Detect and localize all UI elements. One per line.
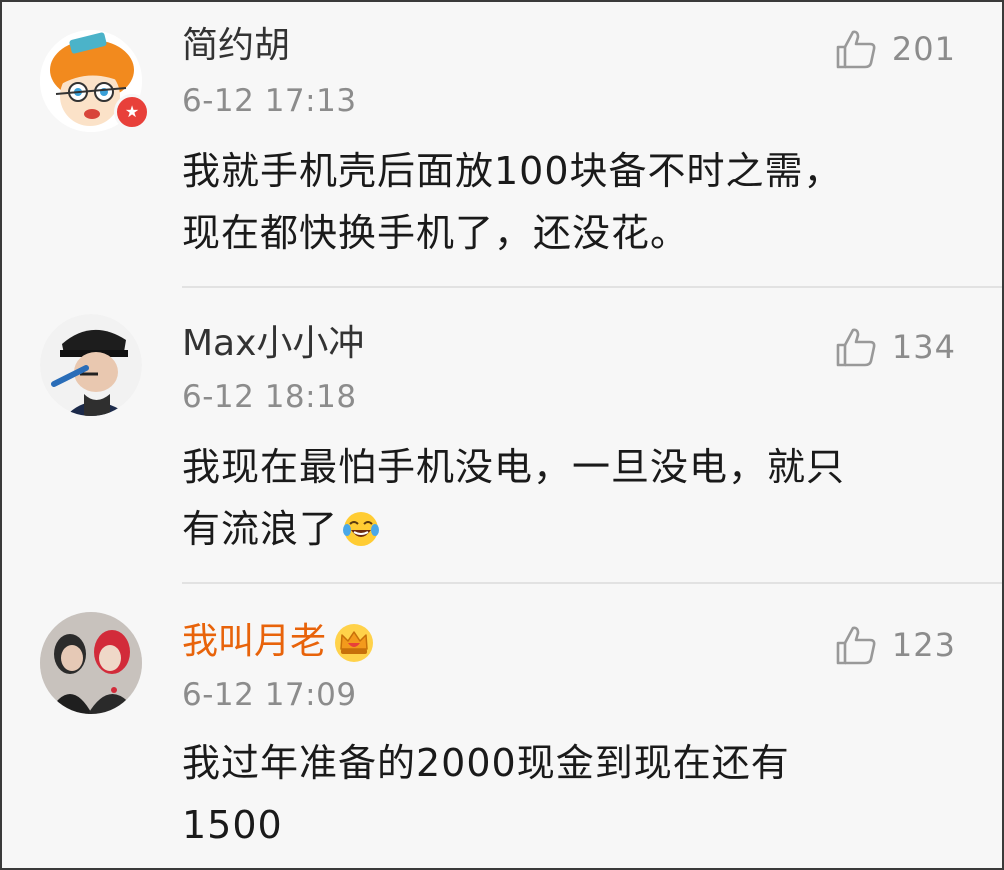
thumbs-up-icon — [836, 30, 876, 69]
username[interactable]: Max小小冲 — [182, 322, 364, 366]
timestamp: 6-12 17:13 — [182, 83, 357, 119]
vip-badge: ★ — [114, 94, 150, 130]
like-count: 123 — [891, 626, 956, 664]
like-count: 134 — [891, 328, 956, 366]
comment-text-segment: 有流浪了 — [182, 507, 339, 551]
comment-text-line: 1500 — [182, 803, 283, 847]
laughing-tears-emoji-icon — [343, 512, 380, 546]
two-people-avatar-icon — [40, 612, 142, 714]
like-button[interactable]: 123 — [834, 620, 956, 670]
timestamp: 6-12 17:09 — [182, 677, 357, 713]
username[interactable]: 简约胡 — [182, 24, 290, 68]
divider — [182, 582, 1002, 584]
divider — [182, 286, 1002, 288]
comment-text-line: 我现在最怕手机没电，一旦没电，就只 — [182, 445, 846, 489]
thumbs-up-icon — [836, 626, 876, 665]
thumbs-up-icon — [836, 328, 876, 367]
timestamp: 6-12 18:18 — [182, 379, 357, 415]
like-button[interactable]: 134 — [834, 322, 956, 372]
username[interactable]: 我叫月老 — [182, 620, 376, 665]
comment-text-line: 有流浪了 — [182, 498, 972, 560]
like-button[interactable]: 201 — [834, 24, 956, 74]
comment-list: ★ 简约胡 6-12 17:13 201 我就手机壳后面放100块备不时之需， … — [0, 0, 1004, 870]
like-count: 201 — [891, 30, 956, 68]
crown-icon — [335, 624, 374, 662]
comment-text: 我现在最怕手机没电，一旦没电，就只 有流浪了 — [182, 436, 972, 560]
comment-text: 我就手机壳后面放100块备不时之需， 现在都快换手机了，还没花。 — [182, 140, 972, 264]
avatar[interactable] — [40, 612, 142, 714]
comment-text: 我过年准备的2000现金到现在还有 1500 — [182, 732, 972, 856]
comment-text-line: 我过年准备的2000现金到现在还有 — [182, 741, 790, 785]
avatar[interactable] — [40, 314, 142, 416]
username-text: 我叫月老 — [182, 621, 327, 662]
comment-text-line: 我就手机壳后面放100块备不时之需， — [182, 149, 843, 193]
comment-text-line: 现在都快换手机了，还没花。 — [182, 211, 690, 255]
man-with-cap-avatar-icon — [40, 314, 142, 416]
